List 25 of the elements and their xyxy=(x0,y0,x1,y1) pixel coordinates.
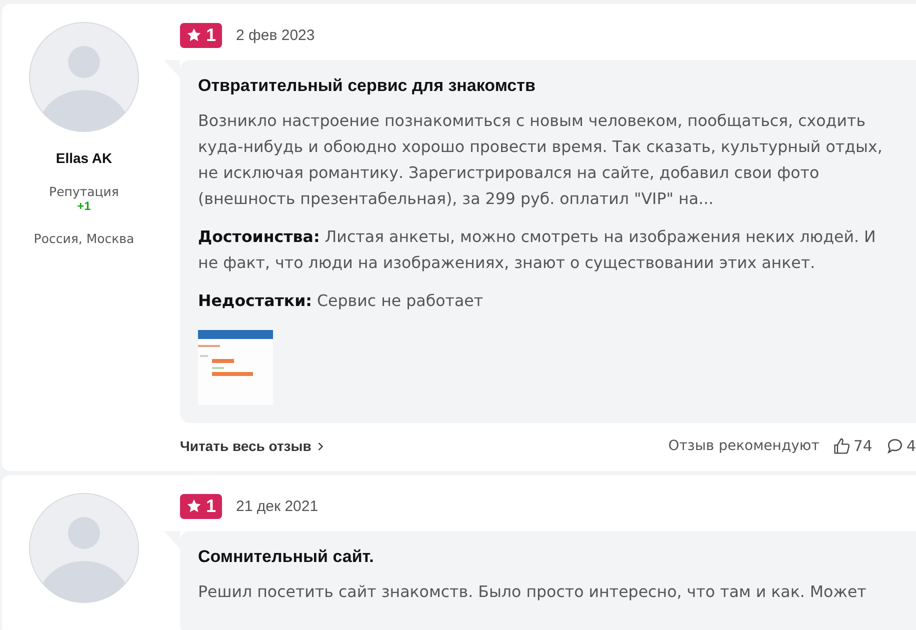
review-text: Возникло настроение познакомиться с новым человеком, пообщаться, сходить куда-нибудь и обоюдно хорошо провести время. Так сказать, культурный отдых, не исключая романтику. Зарегистрировался на сайте, добавил свои фото (внешность презентабельная), за 299 руб. оплатил "VIP" на... xyxy=(198,110,884,210)
review-pros: Достоинства: Листая анкеты, можно смотреть на изображения неких людей. И не факт, что люди на изображениях, знают о существовании этих анкет. xyxy=(198,226,877,274)
chevron-icon xyxy=(317,440,324,452)
reputation-label: Репутация xyxy=(49,184,119,199)
rating-value: 1 xyxy=(206,24,216,46)
author-location: Россия, Москва xyxy=(34,231,134,246)
review-title[interactable]: Сомнительный сайт. xyxy=(198,547,896,567)
comment-icon xyxy=(886,437,904,455)
avatar-icon xyxy=(29,493,139,603)
star-icon xyxy=(186,27,202,43)
author-name[interactable]: Ellas AK xyxy=(56,150,112,166)
star-icon xyxy=(186,498,202,514)
comments-button[interactable]: 4 xyxy=(886,437,916,455)
review-text: Решил посетить сайт знакомств. Было просто интересно, что там и как. Может xyxy=(198,581,868,603)
review-date: 21 дек 2021 xyxy=(236,498,318,514)
review-cons: Недостатки: Сервис не работает xyxy=(198,290,484,312)
recommend-label: Отзыв рекомендуют xyxy=(668,438,820,454)
avatar-icon xyxy=(29,22,139,132)
rating-value: 1 xyxy=(206,496,216,516)
review-date: 2 фев 2023 xyxy=(236,26,315,44)
reputation-value: +1 xyxy=(77,199,91,213)
like-button[interactable]: 74 xyxy=(833,437,872,455)
review-title[interactable]: Отвратительный сервис для знакомств xyxy=(198,76,896,96)
read-more-link[interactable]: Читать весь отзыв xyxy=(180,438,324,454)
thumbs-up-icon xyxy=(833,437,852,455)
